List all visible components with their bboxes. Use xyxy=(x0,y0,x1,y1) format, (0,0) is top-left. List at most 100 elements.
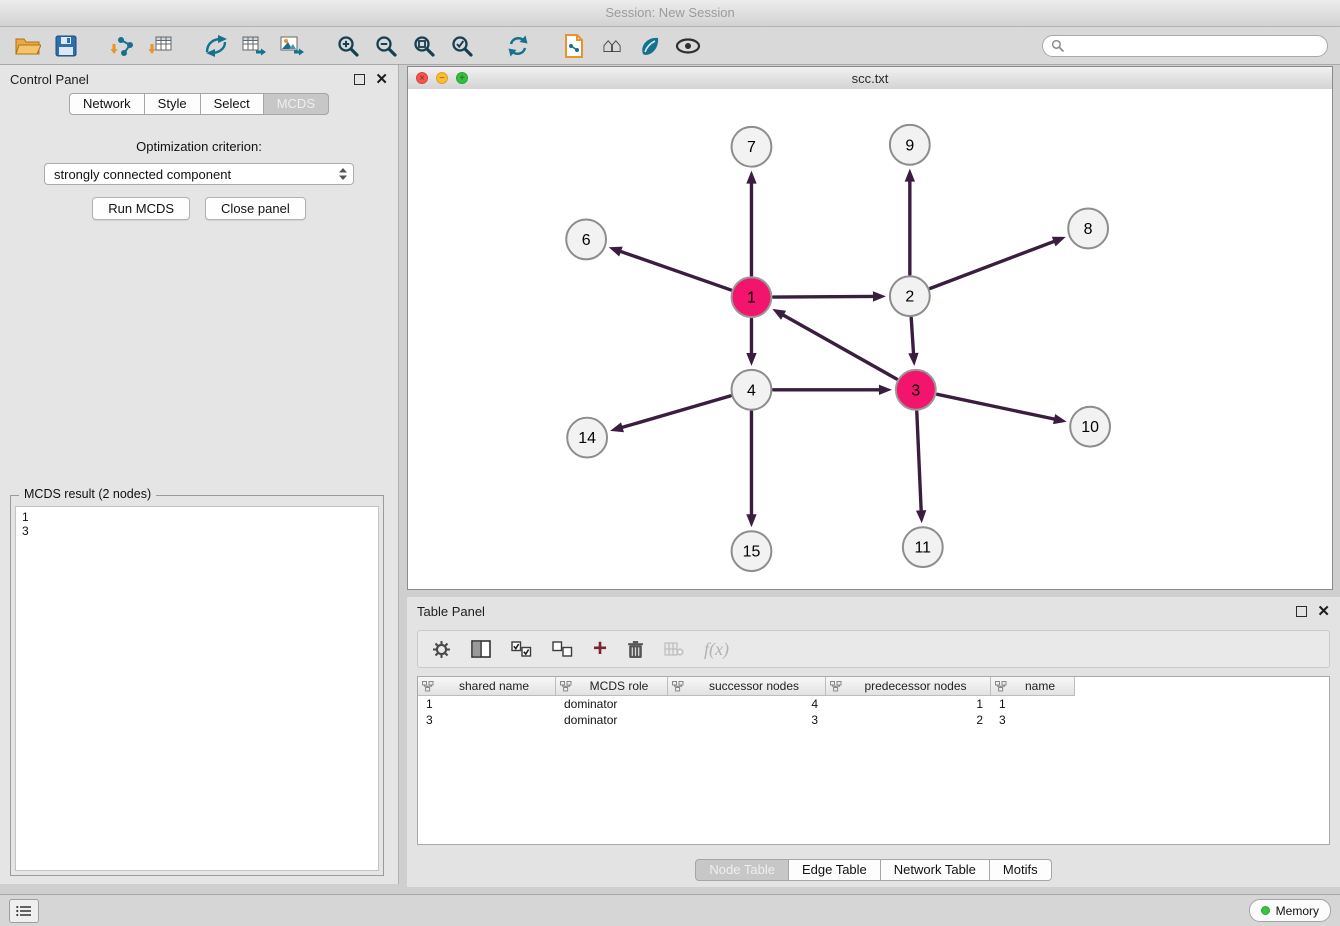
table-panel-header: Table Panel ✕ xyxy=(407,597,1340,625)
graph-edge-1-6[interactable] xyxy=(621,252,731,290)
import-table-icon[interactable] xyxy=(144,31,176,61)
table-tabs: Node TableEdge TableNetwork TableMotifs xyxy=(407,859,1340,881)
column-header-predecessor-nodes[interactable]: predecessor nodes xyxy=(826,677,991,696)
optimization-dropdown[interactable]: strongly connected component xyxy=(44,163,354,185)
table-row[interactable]: 3dominator323 xyxy=(418,712,1329,728)
graph-node-label: 15 xyxy=(743,544,761,561)
zoom-selected-icon[interactable] xyxy=(446,31,478,61)
table-cell: 1 xyxy=(418,696,556,712)
import-network-icon[interactable] xyxy=(106,31,138,61)
clone-network-icon[interactable] xyxy=(558,31,590,61)
network-graph[interactable]: 7968124314101511 xyxy=(408,89,1332,589)
close-panel-button[interactable]: Close panel xyxy=(205,197,306,220)
select-all-icon[interactable] xyxy=(511,641,532,658)
deselect-all-icon[interactable] xyxy=(552,641,573,658)
graph-edge-arrowhead xyxy=(609,247,623,257)
close-table-panel-icon[interactable]: ✕ xyxy=(1317,604,1330,619)
graph-edge-3-1[interactable] xyxy=(784,315,897,379)
graph-edge-arrowhead xyxy=(746,353,756,366)
graph-edge-arrowhead xyxy=(905,169,915,182)
zoom-out-icon[interactable] xyxy=(370,31,402,61)
table-panel: Table Panel ✕ + xyxy=(407,597,1340,887)
column-visibility-icon[interactable] xyxy=(471,640,491,658)
tab-mcds[interactable]: MCDS xyxy=(264,93,329,115)
zoom-in-icon[interactable] xyxy=(332,31,364,61)
memory-label: Memory xyxy=(1276,904,1319,918)
column-header-successor-nodes[interactable]: successor nodes xyxy=(668,677,826,696)
task-history-icon[interactable] xyxy=(9,899,39,923)
control-panel-header: Control Panel ✕ xyxy=(0,65,398,93)
export-table-icon[interactable] xyxy=(238,31,270,61)
save-session-icon[interactable] xyxy=(50,31,82,61)
graph-node-label: 6 xyxy=(582,232,591,249)
home-icon[interactable]: ⌂⌂ xyxy=(596,31,628,61)
column-header-MCDS-role[interactable]: MCDS role xyxy=(556,677,668,696)
graph-edge-arrowhead xyxy=(1052,237,1066,247)
graph-edge-3-10[interactable] xyxy=(937,394,1054,419)
network-window-titlebar[interactable]: × − + scc.txt xyxy=(408,67,1332,90)
graph-edge-arrowhead xyxy=(610,422,624,432)
mcds-result-title: MCDS result (2 nodes) xyxy=(19,487,156,501)
table-cell: 1 xyxy=(991,696,1075,712)
network-view-window: × − + scc.txt 7968124314101511 xyxy=(407,66,1333,590)
column-header-name[interactable]: name xyxy=(991,677,1075,696)
column-type-icon xyxy=(672,681,684,692)
network-arrows-icon[interactable] xyxy=(200,31,232,61)
table-row[interactable]: 1dominator411 xyxy=(418,696,1329,712)
node-table: shared nameMCDS rolesuccessor nodesprede… xyxy=(417,676,1330,845)
graph-node-label: 14 xyxy=(578,430,596,447)
graph-node-label: 11 xyxy=(915,540,932,557)
memory-button[interactable]: Memory xyxy=(1249,899,1331,922)
column-type-icon xyxy=(560,681,572,692)
delete-column-icon[interactable] xyxy=(627,640,644,659)
delete-table-icon xyxy=(664,641,684,657)
graph-node-label: 3 xyxy=(911,382,920,399)
export-image-icon[interactable] xyxy=(276,31,308,61)
run-mcds-button[interactable]: Run MCDS xyxy=(92,197,190,220)
zoom-fit-icon[interactable] xyxy=(408,31,440,61)
gear-icon[interactable] xyxy=(432,640,451,659)
column-type-icon xyxy=(422,681,434,692)
table-cell: 3 xyxy=(991,712,1075,728)
graph-node-label: 8 xyxy=(1084,221,1093,238)
refresh-icon[interactable] xyxy=(502,31,534,61)
close-panel-icon[interactable]: ✕ xyxy=(375,72,388,87)
optimization-label: Optimization criterion: xyxy=(0,139,398,154)
show-details-eye-icon[interactable] xyxy=(672,31,704,61)
graph-edge-3-11[interactable] xyxy=(917,412,921,511)
window-close-icon[interactable]: × xyxy=(416,72,428,84)
control-panel: Control Panel ✕ NetworkStyleSelectMCDS O… xyxy=(0,65,399,884)
tab-motifs[interactable]: Motifs xyxy=(990,859,1052,881)
graph-node-label: 10 xyxy=(1081,419,1099,436)
control-panel-tabs: NetworkStyleSelectMCDS xyxy=(0,93,398,115)
float-panel-icon[interactable] xyxy=(354,74,365,85)
mcds-result-text[interactable]: 1 3 xyxy=(15,506,379,871)
graph-edge-1-2[interactable] xyxy=(773,296,873,297)
tab-network-table[interactable]: Network Table xyxy=(881,859,990,881)
graph-edge-2-3[interactable] xyxy=(911,318,913,353)
graph-edge-2-8[interactable] xyxy=(930,242,1053,289)
add-column-icon[interactable]: + xyxy=(593,637,607,661)
tab-network[interactable]: Network xyxy=(69,93,145,115)
column-header-shared-name[interactable]: shared name xyxy=(418,677,556,696)
float-table-panel-icon[interactable] xyxy=(1296,606,1307,617)
graph-node-label: 2 xyxy=(905,289,914,306)
tab-style[interactable]: Style xyxy=(145,93,201,115)
application-window: Session: New Session xyxy=(0,0,1340,926)
search-input[interactable] xyxy=(1064,38,1319,54)
search-box[interactable] xyxy=(1042,35,1328,57)
style-icon[interactable] xyxy=(634,31,666,61)
graph-edge-4-14[interactable] xyxy=(623,396,731,427)
network-canvas[interactable]: 7968124314101511 xyxy=(408,89,1332,589)
graph-edge-arrowhead xyxy=(916,510,926,523)
tab-node-table[interactable]: Node Table xyxy=(695,859,789,881)
table-cell: 4 xyxy=(668,696,826,712)
home-glyph: ⌂⌂ xyxy=(602,35,622,56)
open-session-icon[interactable] xyxy=(12,31,44,61)
window-zoom-icon[interactable]: + xyxy=(456,72,468,84)
main-toolbar: ⌂⌂ xyxy=(0,27,1340,65)
tab-edge-table[interactable]: Edge Table xyxy=(789,859,881,881)
tab-select[interactable]: Select xyxy=(201,93,264,115)
window-minimize-icon[interactable]: − xyxy=(436,72,448,84)
control-panel-title: Control Panel xyxy=(10,72,89,87)
